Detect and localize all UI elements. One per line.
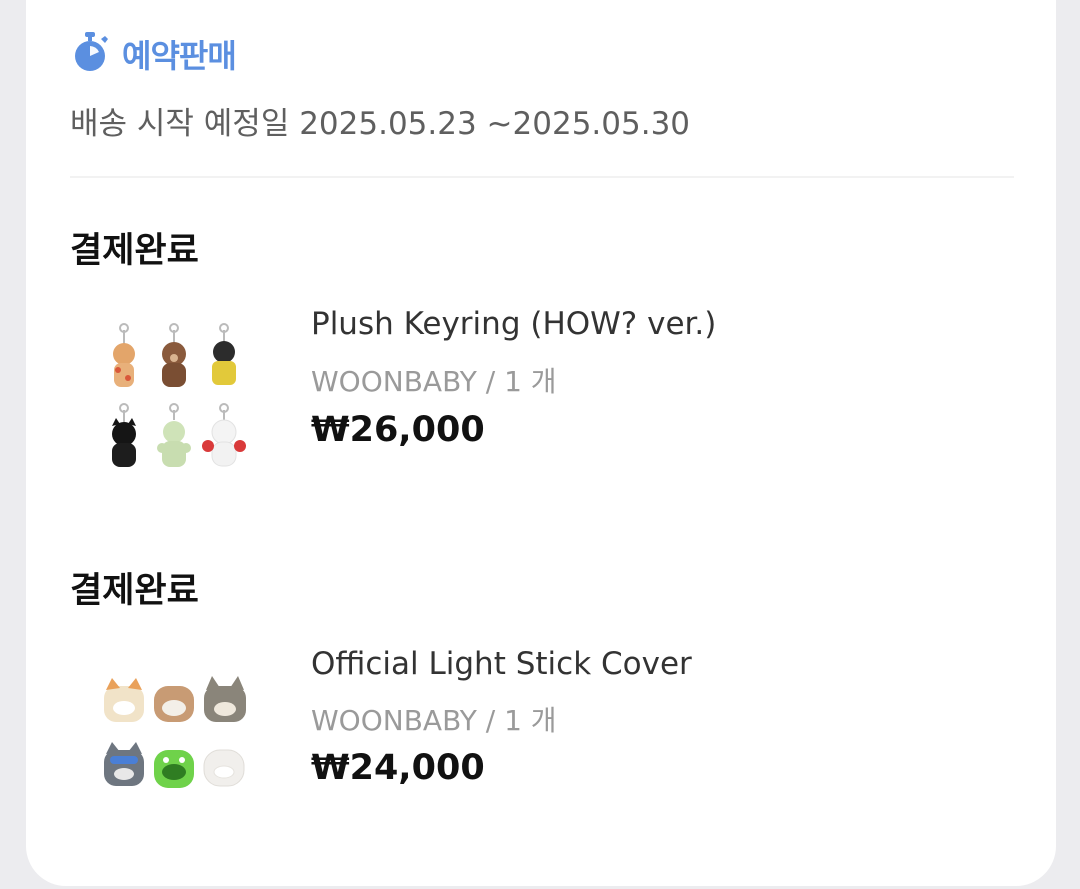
product-thumbnail-plush-keyring[interactable] xyxy=(96,318,256,488)
order-status: 결제완료 xyxy=(70,231,199,271)
product-name[interactable]: Official Light Stick Cover xyxy=(311,646,692,682)
product-meta: WOONBABY / 1 개 xyxy=(311,704,557,737)
order-status: 결제완료 xyxy=(70,571,199,611)
product-meta: WOONBABY / 1 개 xyxy=(311,365,557,398)
product-price: ₩24,000 xyxy=(311,748,485,788)
product-name[interactable]: Plush Keyring (HOW? ver.) xyxy=(311,306,716,342)
preorder-label: 예약판매 xyxy=(122,37,237,75)
shipping-date-text: 배송 시작 예정일 2025.05.23 ~2025.05.30 xyxy=(70,106,691,142)
product-thumbnail-light-stick-cover[interactable] xyxy=(96,664,256,834)
product-price: ₩26,000 xyxy=(311,410,485,450)
stopwatch-icon xyxy=(70,31,110,77)
preorder-badge: 예약판매 xyxy=(70,31,237,77)
divider xyxy=(70,176,1014,178)
